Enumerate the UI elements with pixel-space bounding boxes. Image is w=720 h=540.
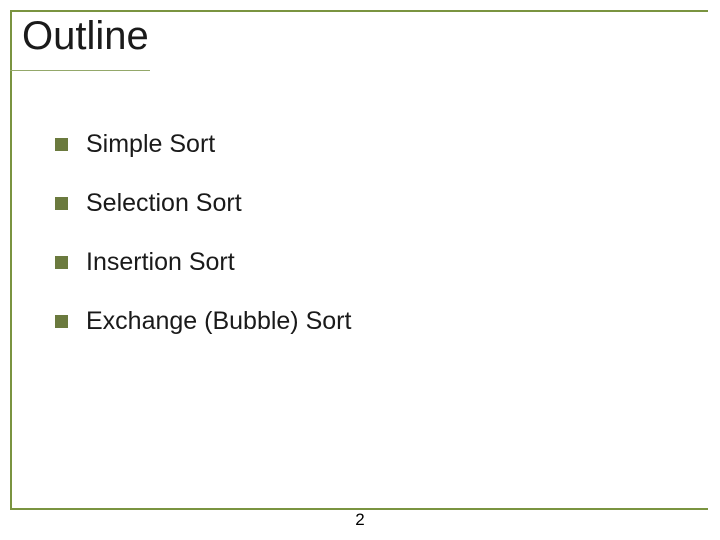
list-item: Selection Sort [55,189,351,218]
bullet-text: Simple Sort [86,130,215,159]
content-area: Simple Sort Selection Sort Insertion Sor… [55,130,351,366]
bullet-icon [55,315,68,328]
bullet-icon [55,256,68,269]
list-item: Simple Sort [55,130,351,159]
list-item: Insertion Sort [55,248,351,277]
page-number: 2 [355,510,364,530]
bullet-text: Exchange (Bubble) Sort [86,307,351,336]
bullet-text: Insertion Sort [86,248,235,277]
bullet-icon [55,197,68,210]
slide-title: Outline [22,14,149,59]
title-underline [10,70,150,71]
list-item: Exchange (Bubble) Sort [55,307,351,336]
bullet-icon [55,138,68,151]
bullet-text: Selection Sort [86,189,242,218]
title-container: Outline [22,14,159,59]
